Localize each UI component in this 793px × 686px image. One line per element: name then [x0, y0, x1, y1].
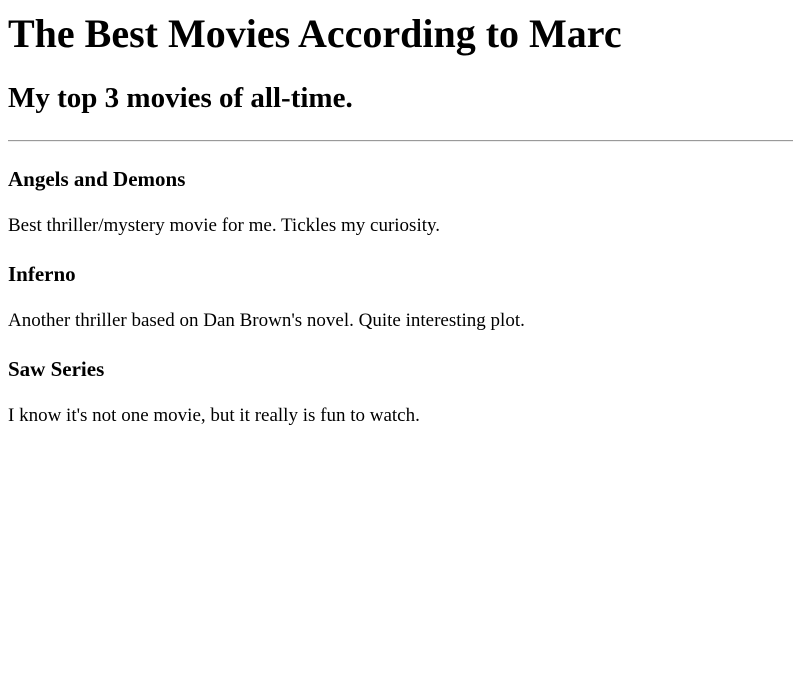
movie-title: Inferno [8, 262, 76, 286]
movie-item: Inferno Another thriller based on Dan Br… [8, 262, 793, 332]
divider [8, 140, 793, 142]
movie-title: Saw Series [8, 357, 105, 381]
movie-item: Saw Series I know it's not one movie, bu… [8, 357, 793, 427]
movie-description: I know it's not one movie, but it really… [8, 405, 420, 426]
movie-title: Angels and Demons [8, 167, 186, 191]
movie-description: Another thriller based on Dan Brown's no… [8, 310, 525, 331]
page-content: The Best Movies According to Marc My top… [8, 0, 793, 427]
movie-description: Best thriller/mystery movie for me. Tick… [8, 215, 441, 236]
page-subtitle: My top 3 movies of all-time. [8, 82, 353, 114]
movie-item: Angels and Demons Best thriller/mystery … [8, 167, 793, 237]
page-title: The Best Movies According to Marc [8, 11, 622, 56]
